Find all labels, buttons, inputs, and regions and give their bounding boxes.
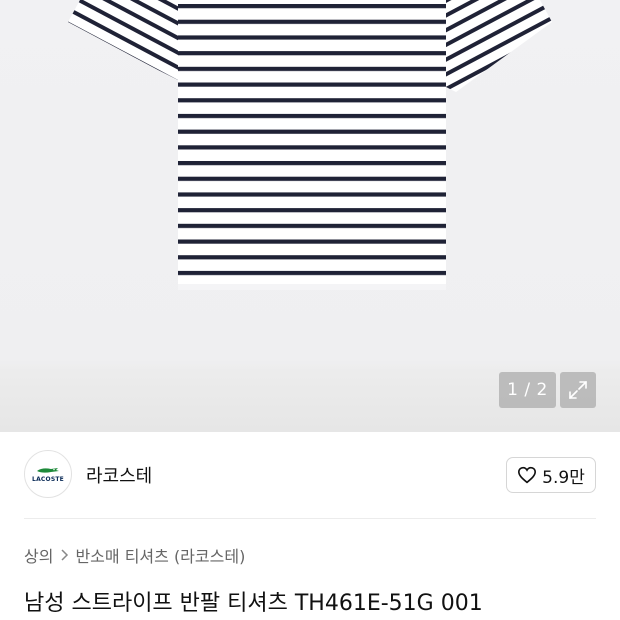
- product-image-gallery[interactable]: 1 / 2: [0, 0, 620, 432]
- expand-image-button[interactable]: [560, 372, 596, 408]
- heart-outline-icon: [518, 466, 537, 484]
- divider: [24, 518, 596, 519]
- crocodile-icon: [37, 468, 59, 473]
- like-button[interactable]: 5.9만: [506, 457, 596, 493]
- product-image: [68, 0, 552, 290]
- brand-logo[interactable]: LACOSTE: [24, 450, 72, 498]
- expand-arrows-icon: [569, 381, 587, 399]
- image-counter: 1 / 2: [499, 372, 556, 408]
- brand-row: LACOSTE 라코스테 5.9만: [24, 450, 596, 500]
- breadcrumb-item-subcategory[interactable]: 반소매 티셔츠 (라코스테): [75, 543, 245, 567]
- product-title: 남성 스트라이프 반팔 티셔츠 TH461E-51G 001: [24, 591, 483, 616]
- breadcrumb: 상의 반소매 티셔츠 (라코스테): [24, 543, 245, 567]
- like-count: 5.9만: [542, 467, 585, 488]
- brand-name-link[interactable]: 라코스테: [86, 462, 152, 488]
- product-page: 1 / 2 LACOSTE 라코스테 5.9만 상의 반소매 티셔츠 (라코스테…: [0, 0, 620, 620]
- breadcrumb-item-category[interactable]: 상의: [24, 543, 53, 567]
- chevron-right-icon: [59, 548, 69, 562]
- brand-logo-text: LACOSTE: [32, 476, 64, 483]
